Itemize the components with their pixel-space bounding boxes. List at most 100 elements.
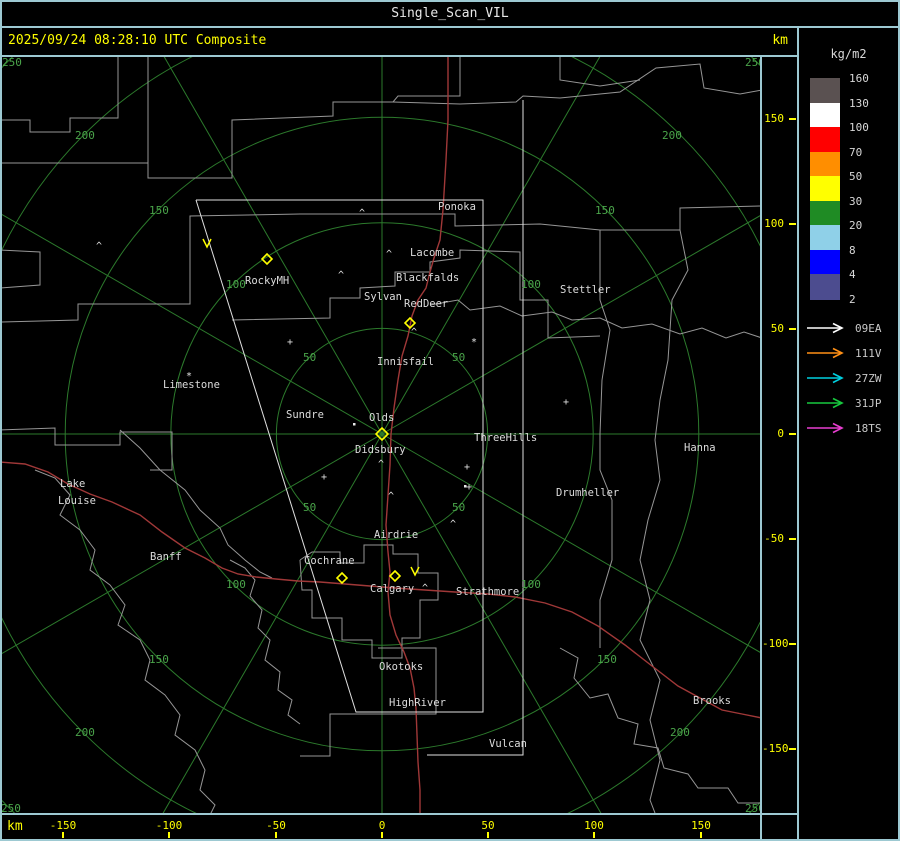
city-label: Vulcan [489, 738, 527, 750]
city-label: Sundre [286, 409, 324, 421]
right-axis-tick [789, 223, 796, 225]
right-axis-tick [789, 643, 796, 645]
boundary-line [559, 57, 641, 87]
range-ring-label: 50 [303, 501, 316, 514]
asterisk-marker: * [186, 371, 192, 382]
bottom-axis-tick [700, 832, 702, 838]
km-unit-label-bottom: km [7, 819, 23, 834]
range-ring-label: 150 [149, 653, 169, 666]
color-scale-value-label: 20 [849, 219, 863, 233]
track-arrow-icon [807, 397, 844, 409]
city-label: Hanna [684, 442, 716, 454]
km-unit-label-top: km [772, 33, 788, 48]
radar-map-panel: 5010015020025050100150200250501001502002… [0, 0, 900, 841]
city-label: Louise [58, 495, 96, 507]
azimuth-radial [0, 212, 383, 435]
right-axis-tick-label: -150 [762, 742, 789, 755]
scan-area-outline [427, 100, 524, 756]
range-ring-label: 250 [2, 802, 21, 813]
radar-site-diamond-marker [388, 569, 402, 583]
track-legend-row: 111V [806, 346, 882, 360]
boundary-line [147, 57, 461, 179]
city-label: Okotoks [379, 661, 423, 673]
boundary-line [0, 205, 763, 323]
range-ring-label: 200 [670, 726, 690, 739]
color-scale-box [810, 78, 840, 104]
range-ring-label: 50 [303, 351, 316, 364]
range-ring-label: 200 [75, 129, 95, 142]
azimuth-radial [130, 0, 383, 435]
right-axis-tick-label: -100 [762, 637, 789, 650]
right-axis-tick [789, 328, 796, 330]
track-arrow-icon [807, 322, 844, 334]
color-scale-value-label: 100 [849, 121, 869, 135]
peak-marker: ^ [359, 208, 365, 219]
boundary-line [34, 469, 216, 816]
city-label: ThreeHills [474, 432, 537, 444]
range-ring-label: 100 [521, 278, 541, 291]
asterisk-marker: * [471, 337, 477, 348]
range-ring-label: 250 [2, 57, 22, 69]
color-scale-box [810, 200, 840, 226]
city-label: Lake [60, 478, 85, 490]
boundary-line [119, 429, 273, 579]
city-label: RedDeer [404, 298, 448, 310]
city-label: Stettler [560, 284, 611, 296]
track-arrow-icon [807, 347, 844, 359]
azimuth-radial [381, 0, 634, 435]
bottom-axis-tick-label: 0 [378, 819, 386, 832]
range-ring-label: 150 [595, 204, 615, 217]
frame-line [0, 813, 797, 815]
color-scale-box [810, 249, 840, 275]
peak-marker: ^ [450, 519, 456, 530]
plus-marker: + [287, 337, 293, 348]
bottom-distance-axis: km -150 -100 -50 0 50 100 150 [0, 815, 797, 839]
frame-line [0, 26, 900, 28]
right-axis-tick [789, 538, 796, 540]
bottom-axis-tick-label: -100 [155, 819, 183, 832]
boundary-line [231, 249, 601, 339]
point-marker [464, 485, 467, 488]
peak-marker: ^ [388, 491, 394, 502]
track-legend-row: 31JP [806, 396, 882, 410]
city-label: Didsbury [355, 444, 406, 456]
color-scale-value-label: 4 [849, 268, 856, 282]
city-label: Cochrane [304, 555, 355, 567]
radar-site-diamond-marker [335, 571, 349, 585]
legend-units-label: kg/m2 [830, 47, 867, 61]
right-axis-tick-label: -50 [764, 532, 784, 545]
frame-line [0, 0, 2, 841]
bottom-axis-tick-label: -150 [49, 819, 77, 832]
right-axis-tick-label: 150 [764, 112, 784, 125]
frame-line [797, 26, 799, 841]
city-label: Olds [369, 412, 394, 424]
color-scale-box [810, 151, 840, 177]
city-label: Ponoka [438, 201, 476, 213]
color-scale-value-label: 160 [849, 72, 869, 85]
track-id-label: 09EA [855, 321, 882, 335]
track-legend-row: 18TS [806, 421, 882, 435]
track-id-label: 111V [855, 346, 882, 360]
boundary-line [0, 57, 149, 164]
legend-panel: kg/m2 160 130 100 70 50 30 20 8 4 2 09EA 111V 27Z… [799, 29, 898, 839]
radar-app-window: Single_Scan_VIL 2025/09/24 08:28:10 UTC … [0, 0, 900, 841]
peak-marker: ^ [338, 270, 344, 281]
azimuth-radial [381, 433, 868, 715]
track-legend-row: 09EA [806, 321, 882, 335]
track-arrow-icon [807, 372, 844, 384]
color-scale-value-label: 50 [849, 170, 863, 184]
bottom-axis-tick [62, 832, 64, 838]
bottom-axis-tick [168, 832, 170, 838]
range-ring-label: 200 [662, 129, 682, 142]
boundary-line [0, 249, 41, 289]
right-axis-tick [789, 118, 796, 120]
range-ring-label: 150 [149, 204, 169, 217]
right-distance-axis: 150 100 50 0 -50 -100 -150 [762, 56, 797, 815]
plus-marker: + [466, 482, 472, 493]
range-ring-label: 100 [226, 578, 246, 591]
city-label: HighRiver [389, 697, 446, 709]
storm-vector-marker [410, 566, 420, 577]
range-ring-label: 50 [452, 501, 465, 514]
frame-line [0, 0, 900, 2]
peak-marker: ^ [96, 241, 102, 252]
